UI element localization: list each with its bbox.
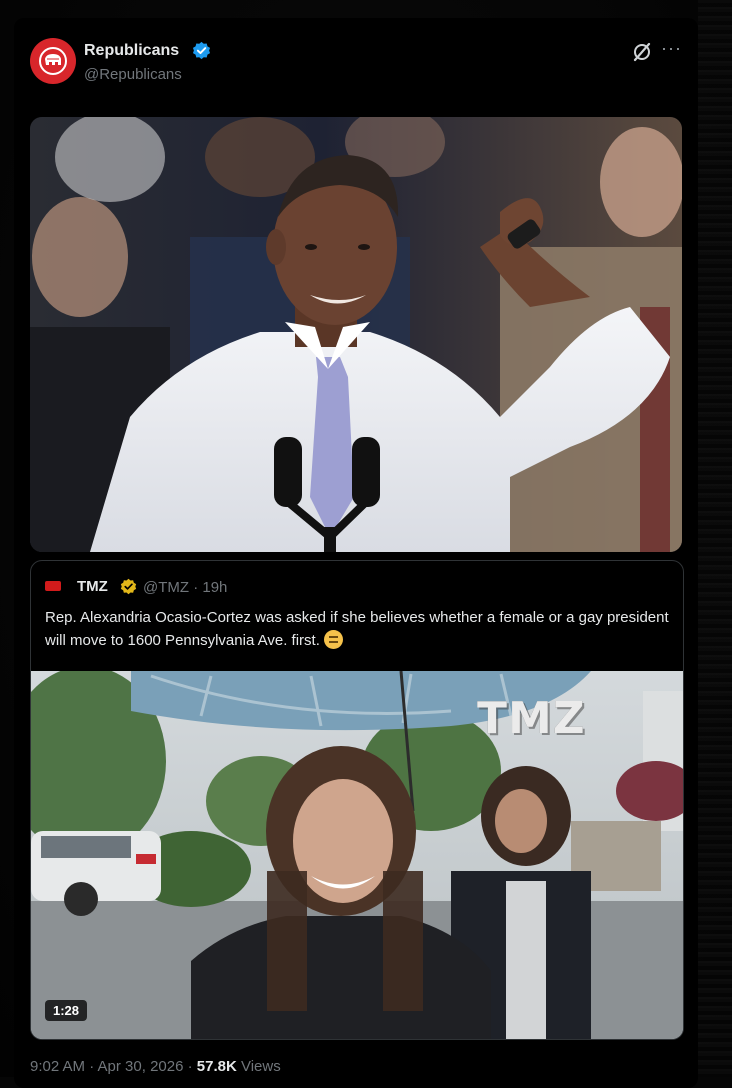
thinking-face-emoji — [323, 630, 343, 649]
quoted-post[interactable]: TMZ @TMZ · 19h Rep. Alexandria Ocasio-Co… — [30, 560, 684, 1040]
video-duration: 1:28 — [45, 1000, 88, 1021]
more-options-icon[interactable]: ··· — [661, 38, 682, 59]
gop-elephant-icon[interactable] — [30, 38, 76, 84]
edge-texture — [698, 0, 732, 1077]
verified-badge-icon — [192, 41, 211, 60]
grok-icon[interactable] — [631, 41, 653, 63]
views-label: Views — [236, 1058, 281, 1075]
gold-verified-icon — [120, 578, 137, 595]
author-name[interactable]: Republicans — [84, 42, 179, 60]
tmz-watermark: TMZ — [477, 693, 586, 744]
post-footer-meta: 9:02 AM · Apr 30, 2026 · 57.8K Views — [30, 1058, 281, 1075]
author-handle[interactable]: @Republicans — [84, 66, 182, 83]
post-timestamp[interactable]: 9:02 AM · Apr 30, 2026 · — [30, 1058, 197, 1075]
views-count: 57.8K — [196, 1058, 237, 1075]
quoted-text-body: Rep. Alexandria Ocasio-Cortez was asked … — [45, 609, 669, 649]
quoted-text: Rep. Alexandria Ocasio-Cortez was asked … — [45, 606, 675, 652]
quoted-author-name[interactable]: TMZ — [77, 578, 108, 595]
tmz-avatar-icon[interactable] — [45, 581, 61, 591]
quoted-video[interactable]: TMZ 1:28 — [31, 671, 683, 1039]
post-image[interactable] — [30, 117, 682, 552]
quoted-meta[interactable]: @TMZ · 19h — [143, 579, 227, 596]
